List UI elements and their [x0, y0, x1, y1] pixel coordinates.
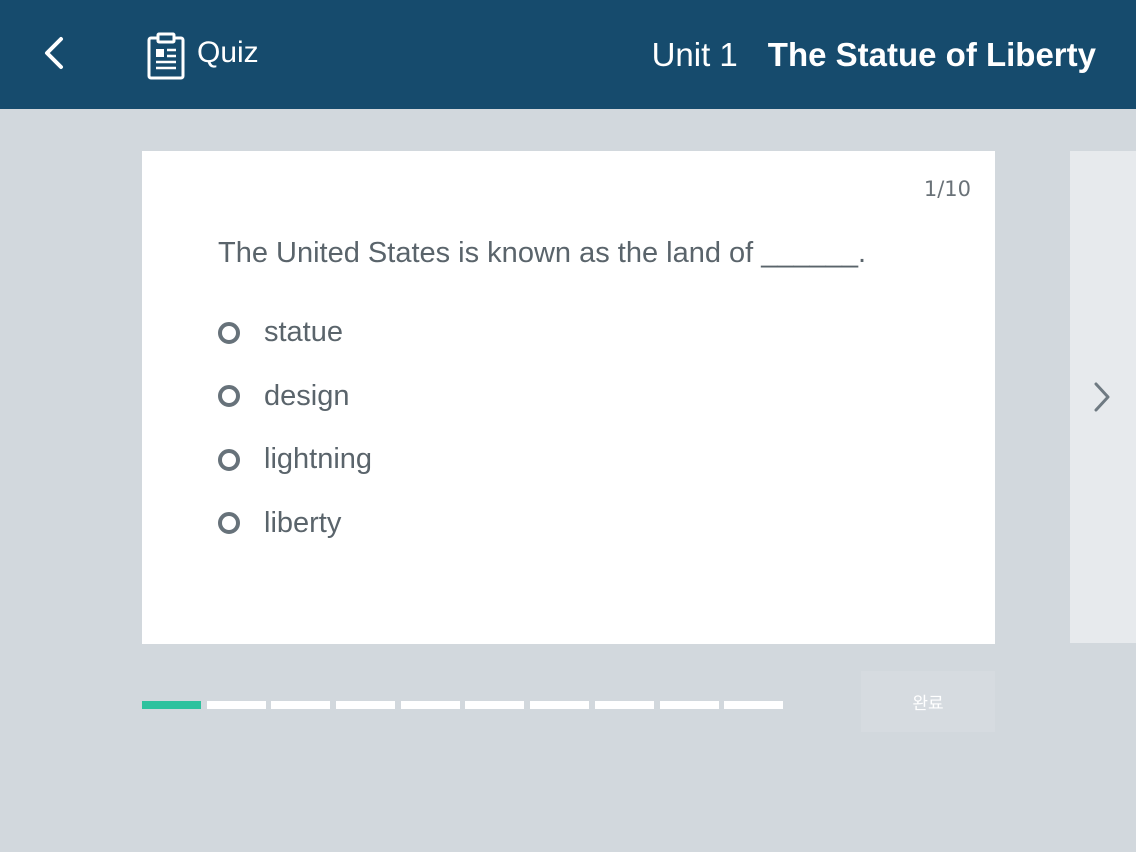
progress-segment [206, 701, 266, 709]
answer-option-liberty[interactable]: liberty [218, 492, 372, 556]
top-bar: Quiz Unit 1 The Statue of Liberty [0, 0, 1136, 109]
back-button[interactable] [30, 28, 80, 78]
section-label: Quiz [197, 36, 259, 69]
answer-option-design[interactable]: design [218, 365, 372, 429]
progress-segment [659, 701, 719, 709]
radio-button[interactable] [218, 321, 240, 344]
progress-segment [271, 701, 331, 709]
question-counter: 1/10 [923, 177, 971, 201]
progress-segment [465, 701, 525, 709]
radio-button[interactable] [218, 385, 240, 408]
answer-option-label: design [264, 379, 350, 412]
answer-option-label: liberty [264, 506, 342, 539]
clipboard-icon [147, 32, 185, 80]
question-text: The United States is known as the land o… [218, 237, 867, 269]
question-card: 1/10 The United States is known as the l… [142, 151, 995, 644]
progress-segment [530, 701, 590, 709]
quiz-progress-bar [142, 701, 789, 709]
answer-option-statue[interactable]: statue [218, 301, 372, 365]
answer-option-lightning[interactable]: lightning [218, 428, 372, 492]
lesson-title: The Statue of Liberty [767, 36, 1096, 73]
progress-segment [594, 701, 654, 709]
answer-option-label: statue [264, 316, 343, 349]
next-button[interactable] [1082, 374, 1122, 420]
radio-button[interactable] [218, 448, 240, 471]
progress-segment [724, 701, 784, 709]
unit-label: Unit 1 [651, 36, 738, 73]
page-title: Unit 1 The Statue of Liberty [652, 36, 1096, 74]
progress-segment [336, 701, 396, 709]
progress-segment [400, 701, 460, 709]
radio-button[interactable] [218, 512, 240, 535]
chevron-left-icon [45, 37, 63, 69]
complete-button[interactable]: 완료 [861, 671, 995, 732]
chevron-right-icon [1094, 382, 1110, 412]
answer-options: statue design lightning liberty [218, 301, 372, 555]
progress-segment [142, 701, 201, 709]
answer-option-label: lightning [264, 443, 373, 476]
